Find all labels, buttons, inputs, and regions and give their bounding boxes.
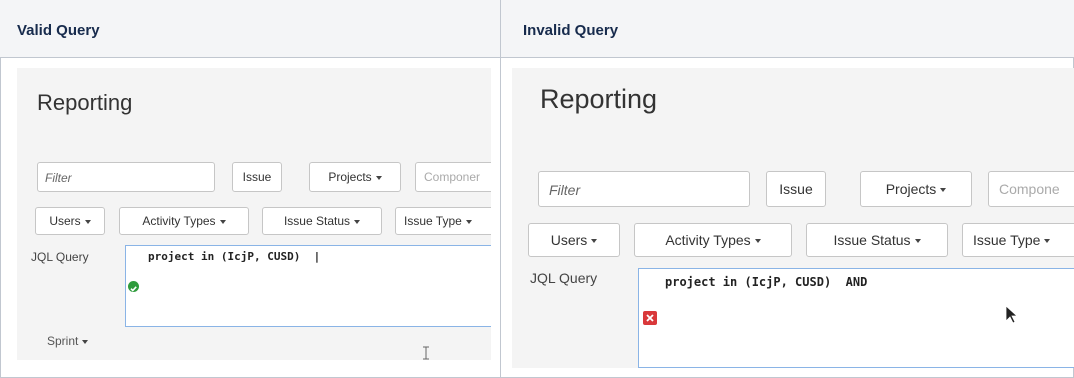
issue-status-dropdown[interactable]: Issue Status bbox=[806, 223, 948, 257]
invalid-query-screenshot: Reporting Filter Issue Projects Compone … bbox=[512, 68, 1074, 368]
issue-type-dropdown[interactable]: Issue Type bbox=[395, 207, 491, 235]
check-circle-icon bbox=[128, 281, 139, 292]
chevron-down-icon bbox=[82, 339, 89, 344]
chevron-down-icon bbox=[84, 219, 91, 224]
chevron-down-icon bbox=[940, 188, 947, 193]
chevron-down-icon bbox=[591, 239, 598, 244]
components-dropdown[interactable]: Componer bbox=[415, 162, 491, 192]
reporting-title: Reporting bbox=[540, 84, 658, 114]
issue-button[interactable]: Issue bbox=[232, 162, 282, 192]
jql-query-input[interactable]: project in (IcjP, CUSD) | bbox=[125, 245, 491, 327]
valid-query-header-text: Valid Query bbox=[17, 22, 100, 39]
activity-types-label: Activity Types bbox=[665, 232, 751, 248]
chevron-down-icon bbox=[754, 239, 761, 244]
invalid-query-header-text: Invalid Query bbox=[523, 22, 619, 39]
activity-types-dropdown[interactable]: Activity Types bbox=[119, 207, 249, 235]
error-x-icon bbox=[643, 311, 657, 325]
issue-type-label: Issue Type bbox=[973, 232, 1041, 248]
chevron-down-icon bbox=[219, 219, 226, 224]
activity-types-label: Activity Types bbox=[142, 214, 216, 228]
issue-status-dropdown[interactable]: Issue Status bbox=[262, 207, 382, 235]
reporting-title: Reporting bbox=[37, 90, 133, 115]
issue-status-label: Issue Status bbox=[283, 214, 351, 228]
sprint-label: Sprint bbox=[47, 334, 79, 348]
mouse-pointer-icon bbox=[1005, 305, 1019, 324]
jql-query-label: JQL Query bbox=[31, 250, 89, 264]
issue-type-dropdown[interactable]: Issue Type bbox=[962, 223, 1074, 257]
chevron-down-icon bbox=[354, 219, 361, 224]
sprint-dropdown[interactable]: Sprint bbox=[47, 334, 89, 348]
projects-dropdown[interactable]: Projects bbox=[860, 171, 972, 207]
chevron-down-icon bbox=[465, 219, 472, 224]
issue-type-label: Issue Type bbox=[404, 214, 462, 228]
jql-query-input[interactable]: project in (IcjP, CUSD) AND bbox=[638, 268, 1074, 368]
activity-types-dropdown[interactable]: Activity Types bbox=[634, 223, 792, 257]
invalid-query-header: Invalid Query bbox=[501, 0, 1074, 58]
users-dropdown[interactable]: Users bbox=[528, 223, 620, 257]
valid-query-header: Valid Query bbox=[0, 0, 500, 58]
issue-status-label: Issue Status bbox=[833, 232, 911, 248]
users-label: Users bbox=[550, 232, 588, 248]
chevron-down-icon bbox=[914, 239, 921, 244]
users-dropdown[interactable]: Users bbox=[35, 207, 105, 235]
valid-query-screenshot: Reporting Filter Issue Projects Componer… bbox=[17, 68, 491, 360]
filter-input[interactable]: Filter bbox=[538, 171, 750, 207]
jql-query-text: project in (IcjP, CUSD) | bbox=[148, 250, 321, 263]
jql-query-label: JQL Query bbox=[530, 270, 598, 286]
users-label: Users bbox=[49, 214, 81, 228]
chevron-down-icon bbox=[1044, 239, 1051, 244]
issue-button[interactable]: Issue bbox=[766, 171, 826, 207]
filter-input[interactable]: Filter bbox=[37, 162, 215, 192]
projects-dropdown[interactable]: Projects bbox=[309, 162, 401, 192]
components-dropdown[interactable]: Compone bbox=[988, 171, 1074, 207]
column-divider bbox=[500, 0, 501, 378]
projects-label: Projects bbox=[328, 170, 372, 184]
chevron-down-icon bbox=[375, 175, 382, 180]
projects-label: Projects bbox=[885, 181, 937, 197]
jql-query-text: project in (IcjP, CUSD) AND bbox=[665, 275, 868, 289]
text-cursor-icon bbox=[423, 346, 429, 360]
